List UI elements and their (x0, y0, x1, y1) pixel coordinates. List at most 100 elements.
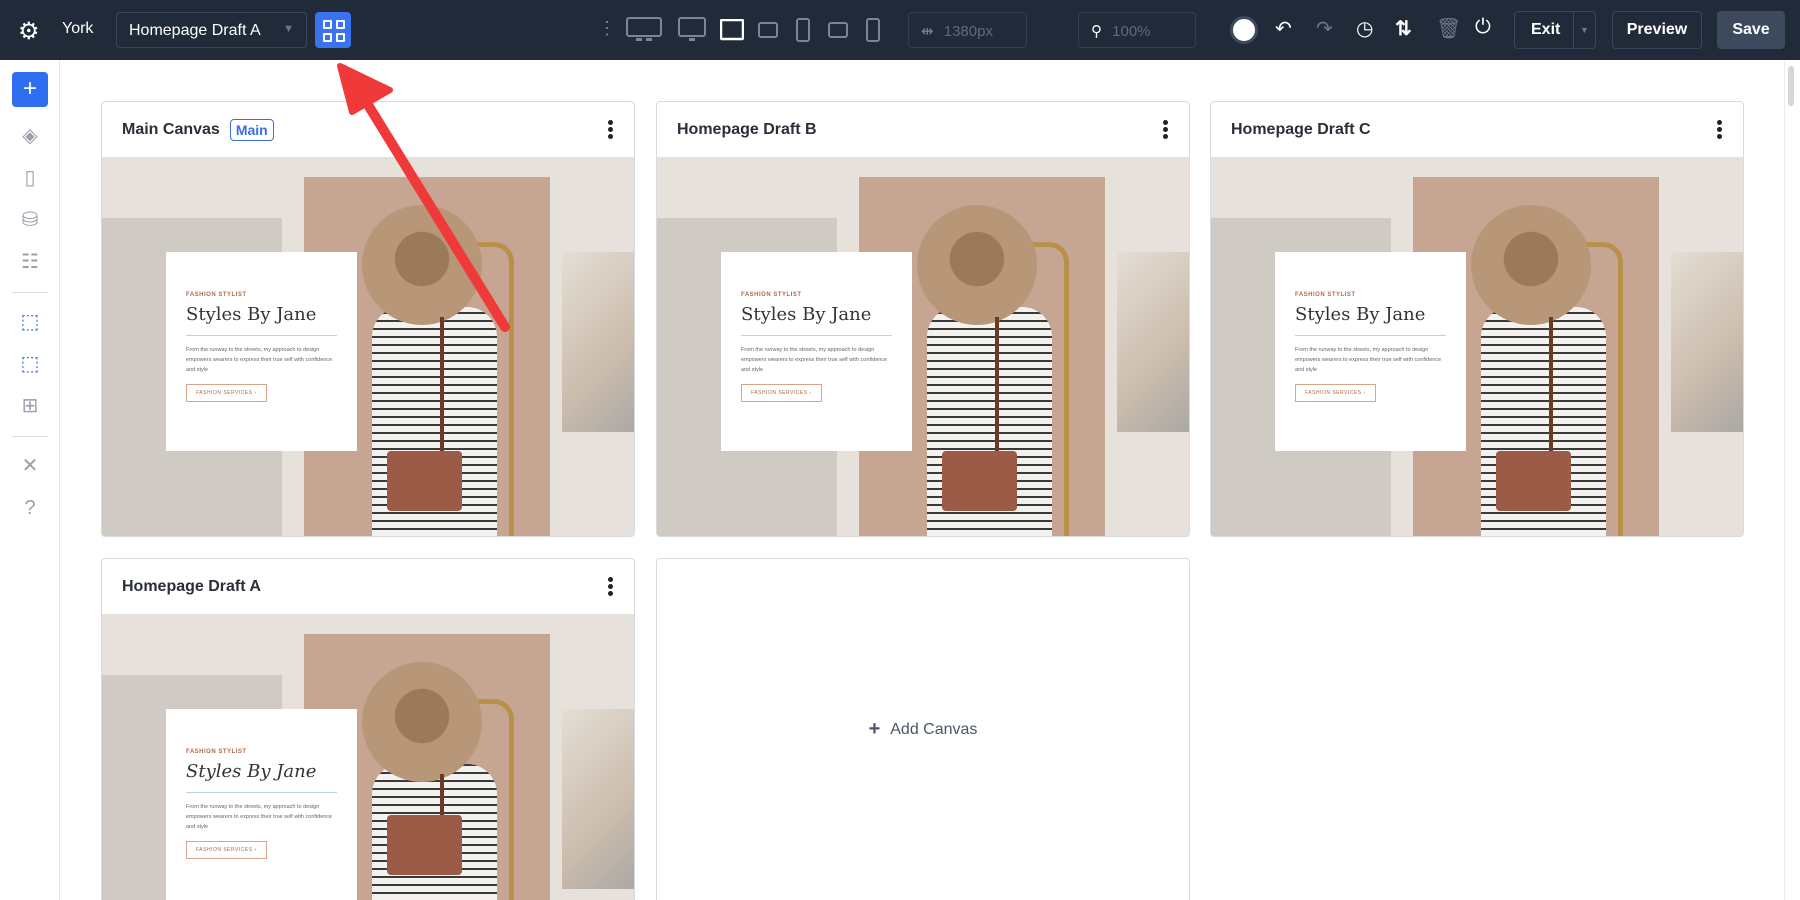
hero-title: Styles By Jane (186, 761, 337, 793)
canvas-card-header: Homepage Draft B (657, 102, 1189, 157)
hero-button: FASHION SERVICES › (186, 384, 267, 402)
canvas-preview-image[interactable]: FASHION STYLIST Styles By Jane From the … (102, 157, 634, 536)
divider (12, 292, 48, 293)
hero-kicker: FASHION STYLIST (186, 292, 337, 298)
history-clock-icon[interactable]: ◷ (1356, 16, 1373, 41)
side-photo (562, 252, 634, 432)
canvas-menu-kebab-icon[interactable] (1163, 118, 1169, 141)
canvas-title: Main Canvas (122, 121, 220, 139)
canvas-card-header: Homepage Draft A (102, 559, 634, 614)
multi-select-icon[interactable]: ⬚ (16, 350, 44, 378)
canvas-card[interactable]: Homepage Draft B FASHION STYLIST Styles … (656, 101, 1190, 537)
exit-label: Exit (1531, 21, 1560, 39)
sort-arrows-icon[interactable]: ⇅ (1395, 16, 1412, 41)
canvases-grid-button[interactable] (315, 12, 351, 48)
device-phone-icon[interactable] (796, 18, 810, 42)
hero-text: From the runway to the streets, my appro… (741, 345, 892, 375)
canvas-preview-image[interactable]: FASHION STYLIST Styles By Jane From the … (657, 157, 1189, 536)
handbag (1496, 451, 1571, 511)
width-value: 1380px (944, 23, 993, 40)
side-photo (1671, 252, 1743, 432)
undo-icon[interactable]: ↶ (1275, 16, 1292, 41)
left-sidebar: + ◈ ▯ ⛁ ☷ ⬚ ⬚ ⊞ ✕ ? (0, 60, 60, 900)
zoom-input[interactable]: ⚲ 100% (1078, 12, 1196, 48)
device-phone-landscape-icon[interactable] (828, 22, 848, 38)
page-structure-icon[interactable]: ☷ (16, 248, 44, 276)
bag-strap (1549, 317, 1553, 466)
canvas-card[interactable]: Homepage Draft A FASHION STYLIST Styles … (101, 558, 635, 900)
exit-button[interactable]: Exit ▼ (1514, 11, 1596, 49)
canvas-menu-kebab-icon[interactable] (608, 118, 614, 141)
device-tablet-landscape-icon[interactable] (720, 19, 744, 41)
tools-icon[interactable]: ✕ (16, 452, 44, 480)
power-icon[interactable]: ⏻ (1475, 16, 1491, 39)
width-arrows-icon: ⇹ (921, 23, 938, 40)
trash-icon[interactable]: 🗑 (1436, 16, 1461, 41)
redo-icon[interactable]: ↷ (1316, 16, 1333, 41)
canvas-card-header: Homepage Draft C (1211, 102, 1743, 157)
hat (917, 205, 1037, 325)
design-library-icon[interactable]: ▯ (16, 164, 44, 192)
side-photo (1117, 252, 1189, 432)
canvas-card[interactable]: Homepage Draft C FASHION STYLIST Styles … (1210, 101, 1744, 537)
scroll-track (1784, 60, 1785, 900)
add-element-button[interactable]: + (12, 72, 48, 107)
device-desktop-wide-icon[interactable] (626, 17, 662, 43)
canvas-preview-image[interactable]: FASHION STYLIST Styles By Jane From the … (102, 614, 634, 900)
page-select[interactable]: Homepage Draft A▼ (116, 12, 307, 48)
canvas-width-input[interactable]: ⇹ 1380px (908, 12, 1027, 48)
hero-title: Styles By Jane (1295, 304, 1446, 336)
layers-icon[interactable]: ◈ (16, 122, 44, 150)
select-element-icon[interactable]: ⬚ (16, 308, 44, 336)
hero-text: From the runway to the streets, my appro… (186, 802, 337, 832)
canvas-card[interactable]: Main Canvas Main FASHION STYLIST Styles … (101, 101, 635, 537)
hat (362, 205, 482, 325)
main-badge: Main (230, 119, 274, 141)
top-toolbar: ⚙ York Homepage Draft A▼ ⋮ ⇹ 1380px ⚲ 10… (0, 0, 1800, 60)
hero-text: From the runway to the streets, my appro… (1295, 345, 1446, 375)
caret-down-icon: ▼ (283, 23, 294, 35)
exit-dropdown-caret-icon[interactable]: ▼ (1573, 12, 1595, 48)
add-canvas-label: Add Canvas (890, 721, 977, 739)
canvas-title: Homepage Draft C (1231, 121, 1371, 139)
preview-button[interactable]: Preview (1612, 11, 1702, 49)
handbag (387, 815, 462, 875)
hat (362, 662, 482, 782)
theme-toggle-icon[interactable] (1230, 16, 1258, 44)
device-tablet-icon[interactable] (758, 22, 778, 38)
hero-kicker: FASHION STYLIST (741, 292, 892, 298)
more-vertical-icon[interactable]: ⋮ (598, 18, 616, 39)
bag-strap (995, 317, 999, 466)
hero-title: Styles By Jane (186, 304, 337, 336)
database-icon[interactable]: ⛁ (16, 206, 44, 234)
help-icon[interactable]: ? (16, 494, 44, 522)
bag-strap (440, 317, 444, 466)
zoom-value: 100% (1112, 23, 1150, 40)
layout-preview-icon[interactable]: ⊞ (16, 392, 44, 420)
site-name: York (62, 20, 93, 38)
hero-text-card: FASHION STYLIST Styles By Jane From the … (1275, 252, 1466, 451)
canvas-preview-image[interactable]: FASHION STYLIST Styles By Jane From the … (1211, 157, 1743, 536)
hero-title: Styles By Jane (741, 304, 892, 336)
hero-button: FASHION SERVICES › (741, 384, 822, 402)
add-canvas-button[interactable]: +Add Canvas (656, 558, 1190, 900)
handbag (942, 451, 1017, 511)
hero-button: FASHION SERVICES › (1295, 384, 1376, 402)
hero-button: FASHION SERVICES › (186, 841, 267, 859)
search-zoom-icon: ⚲ (1091, 23, 1106, 40)
canvas-menu-kebab-icon[interactable] (608, 575, 614, 598)
device-phone-small-icon[interactable] (866, 18, 880, 42)
hero-text: From the runway to the streets, my appro… (186, 345, 337, 375)
divider (12, 436, 48, 437)
hero-text-card: FASHION STYLIST Styles By Jane From the … (166, 709, 357, 900)
hero-text-card: FASHION STYLIST Styles By Jane From the … (721, 252, 912, 451)
save-button[interactable]: Save (1717, 11, 1785, 49)
canvas-menu-kebab-icon[interactable] (1717, 118, 1723, 141)
device-desktop-icon[interactable] (678, 17, 706, 43)
canvas-title: Homepage Draft A (122, 578, 261, 596)
hero-kicker: FASHION STYLIST (1295, 292, 1446, 298)
hero-kicker: FASHION STYLIST (186, 749, 337, 755)
settings-gear-icon[interactable]: ⚙ (18, 17, 40, 46)
canvas-title: Homepage Draft B (677, 121, 817, 139)
scrollbar-thumb[interactable] (1788, 66, 1794, 106)
